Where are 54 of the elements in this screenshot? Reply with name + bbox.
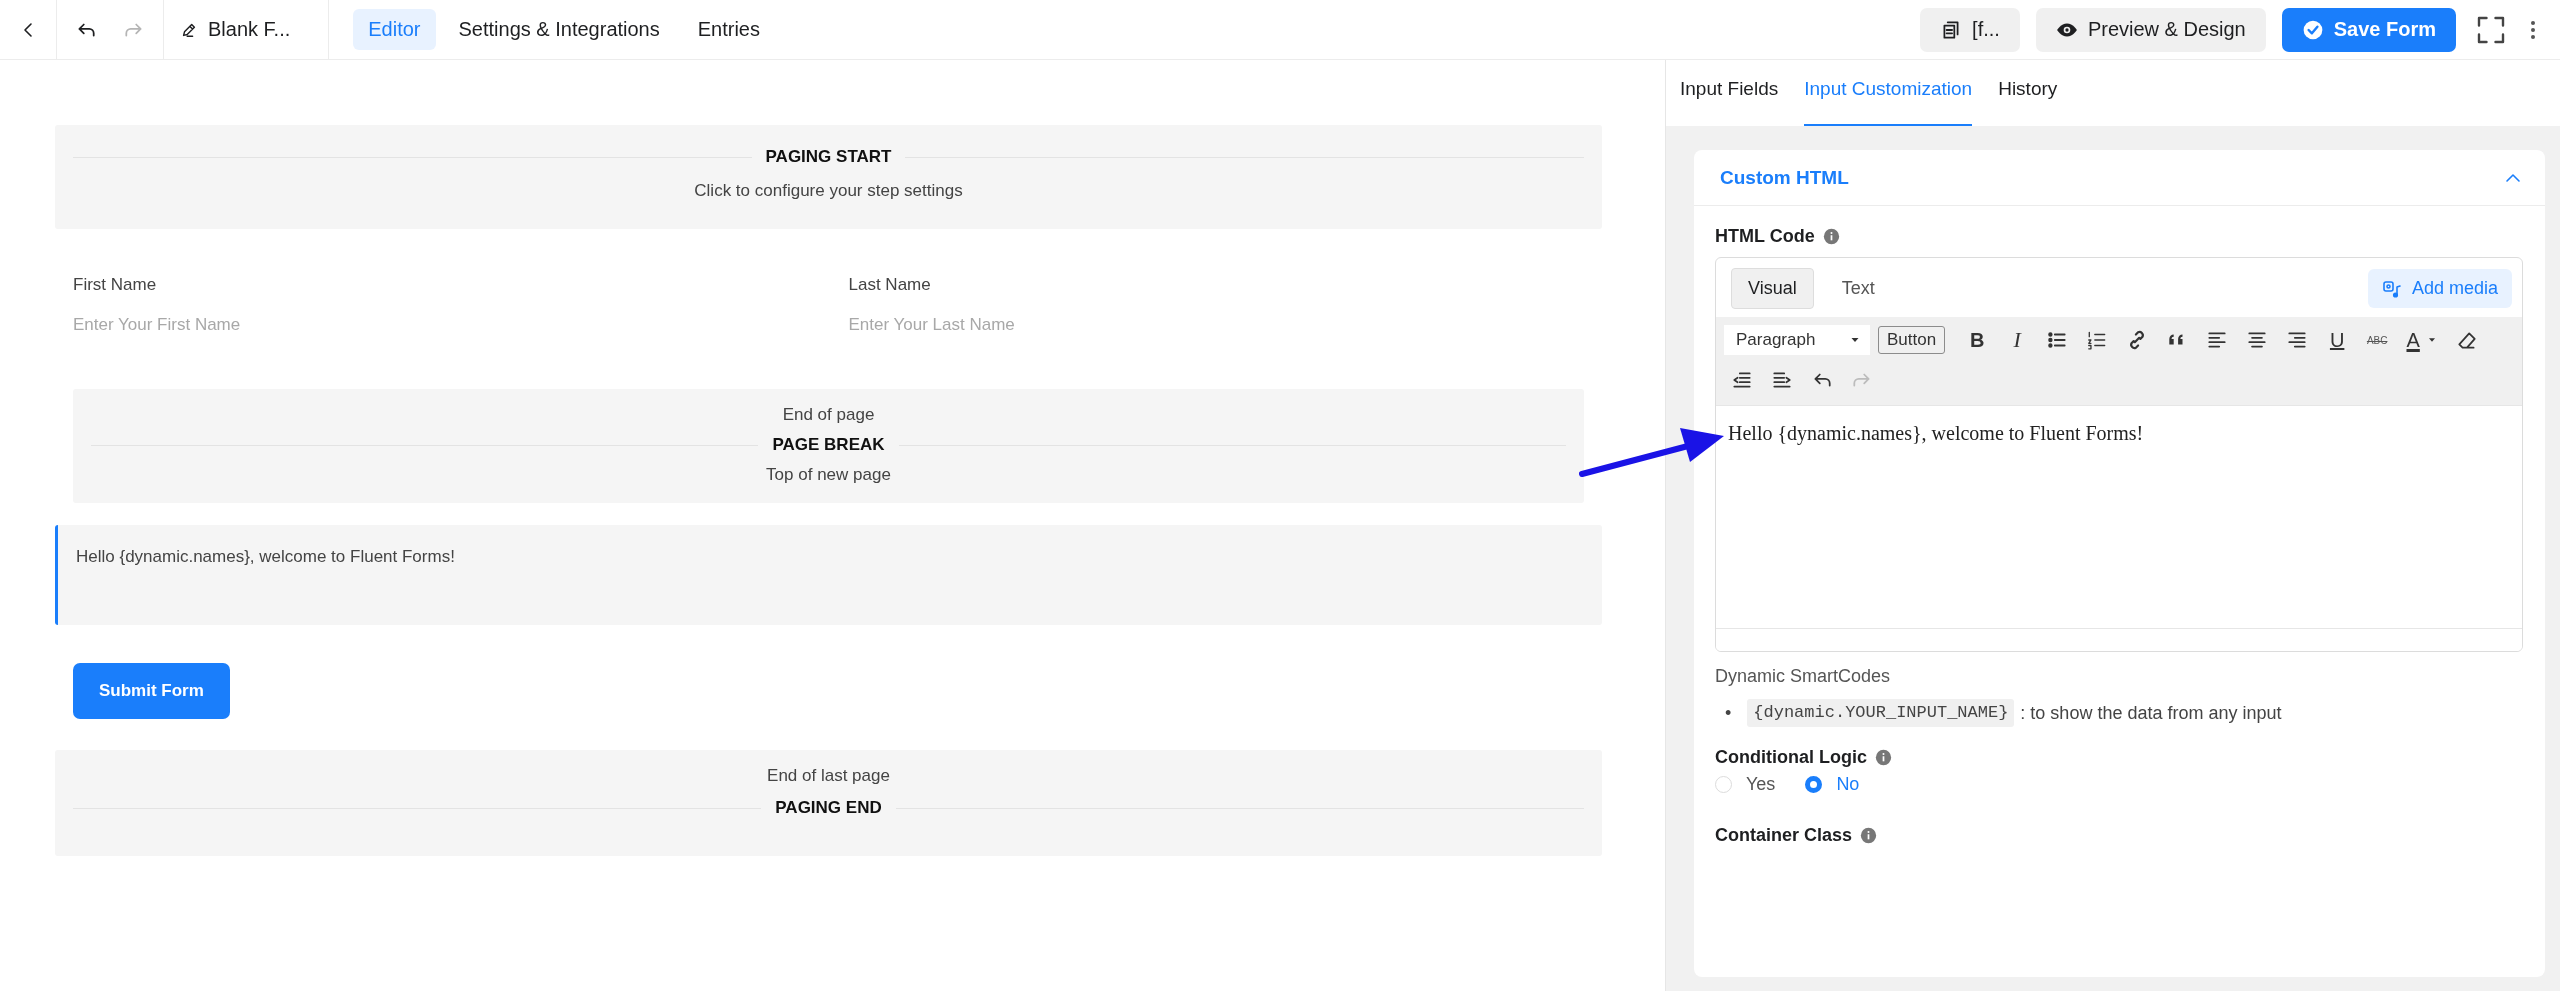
media-icon bbox=[2381, 278, 2402, 299]
block-subtitle: Click to configure your step settings bbox=[694, 181, 963, 201]
editor-mode-tab[interactable]: Text bbox=[1825, 269, 1891, 308]
panel-tab[interactable]: Input Customization bbox=[1804, 60, 1973, 126]
shortcode-button[interactable]: [f... bbox=[1920, 7, 2020, 52]
panel-tab[interactable]: Input Fields bbox=[1680, 60, 1779, 126]
field-label: Last Name bbox=[848, 275, 932, 295]
section-header[interactable]: Custom HTML bbox=[1694, 150, 2545, 206]
text-color-button[interactable]: A bbox=[2399, 323, 2446, 357]
field-label: HTML Code bbox=[1715, 226, 1815, 247]
bullet-mark: • bbox=[1725, 702, 1732, 724]
html-text: Hello {dynamic.names}, welcome to Fluent Forms! bbox=[76, 547, 455, 566]
block-caption: Top of new page bbox=[766, 465, 891, 485]
insert-button[interactable]: Button bbox=[1878, 326, 1946, 354]
block-title: PAGING START bbox=[765, 147, 892, 167]
preview-button[interactable]: Preview & Design bbox=[2035, 7, 2266, 52]
info-icon bbox=[1860, 827, 1878, 844]
italic-button[interactable]: I bbox=[1999, 323, 2036, 357]
bold-button[interactable]: B bbox=[1959, 323, 1996, 357]
text-field[interactable]: Enter Your Last Name bbox=[848, 315, 1584, 335]
info-icon bbox=[1875, 749, 1892, 766]
block-title: PAGE BREAK bbox=[772, 435, 885, 455]
field-label: First Name bbox=[73, 275, 158, 295]
paging-end-block[interactable]: End of last page PAGING END bbox=[55, 750, 1602, 856]
paging-start-block[interactable]: PAGING START Click to configure your step settings bbox=[55, 125, 1602, 229]
bullet-list-icon bbox=[2046, 329, 2069, 351]
radio-option[interactable]: Yes bbox=[1715, 774, 1776, 795]
editor-mode-tab[interactable]: Visual bbox=[1731, 268, 1814, 309]
field-label: Conditional Logic bbox=[1715, 747, 1867, 768]
smartcode-description: : to show the data from any input bbox=[2020, 702, 2282, 724]
block-title: PAGING END bbox=[775, 798, 882, 818]
text-field[interactable]: Enter Your First Name bbox=[73, 315, 809, 335]
info-icon bbox=[1822, 228, 1840, 245]
nav-tab[interactable]: Settings & Integrations bbox=[443, 9, 675, 50]
form-title-button[interactable]: Blank F... bbox=[176, 14, 295, 45]
underline-button[interactable]: U bbox=[2319, 323, 2356, 357]
check-icon bbox=[2301, 18, 2324, 41]
radio-option[interactable]: No bbox=[1805, 774, 1860, 795]
fullscreen-icon bbox=[2476, 14, 2506, 45]
format-dropdown[interactable]: Paragraph bbox=[1724, 325, 1870, 355]
strikethrough-button[interactable]: ABC bbox=[2359, 323, 2396, 357]
block-caption: End of last page bbox=[767, 766, 890, 786]
save-button[interactable]: Save Form bbox=[2281, 7, 2456, 52]
add-media-button[interactable]: Add media bbox=[2367, 269, 2512, 308]
block-caption: End of page bbox=[782, 405, 875, 425]
field-label: Container Class bbox=[1715, 825, 1853, 846]
smartcode-tag: {dynamic.YOUR_INPUT_NAME} bbox=[1747, 699, 2015, 727]
section-heading: Dynamic SmartCodes bbox=[1715, 666, 1892, 687]
panel-tab[interactable]: History bbox=[1998, 60, 2058, 126]
nav-tab[interactable]: Entries bbox=[682, 9, 775, 50]
custom-html-block[interactable]: Hello {dynamic.names}, welcome to Fluent Forms! bbox=[55, 525, 1602, 625]
more-icon bbox=[2530, 19, 2536, 40]
submit-button[interactable]: Submit Form bbox=[73, 663, 230, 719]
page-break-block[interactable]: End of page PAGE BREAK Top of new page bbox=[73, 389, 1584, 503]
